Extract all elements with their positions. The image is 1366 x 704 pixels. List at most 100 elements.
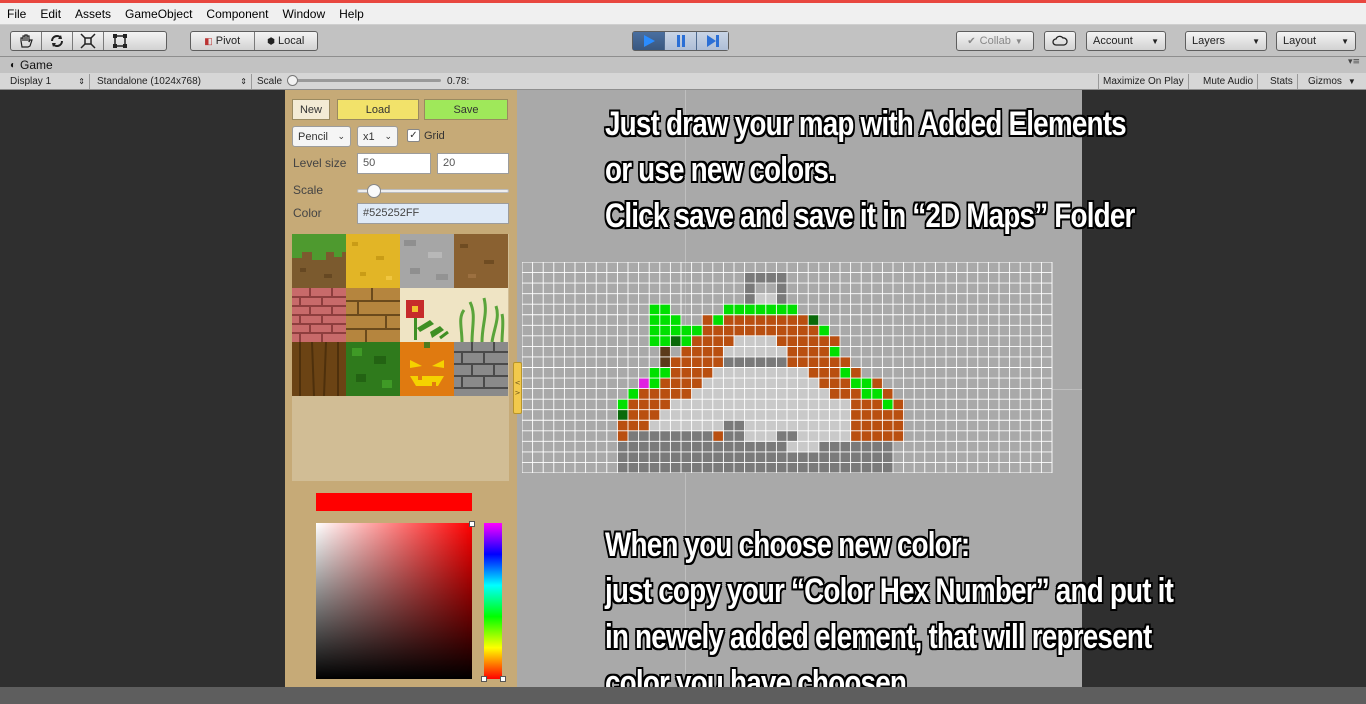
mute-audio-toggle[interactable]: Mute Audio — [1199, 74, 1259, 89]
updown-icon: ⇕ — [78, 77, 85, 86]
caption-bottom-1: When you choose new color: — [605, 526, 970, 564]
save-button[interactable]: Save — [424, 99, 508, 120]
scale-tool-button[interactable] — [73, 32, 104, 50]
grid-checkbox[interactable]: ✓ — [407, 129, 420, 142]
rect-tool-button[interactable] — [104, 32, 135, 50]
rotate-icon — [51, 35, 63, 47]
map-cell — [808, 314, 820, 326]
hand-tool-button[interactable] — [11, 32, 42, 50]
gizmos-dropdown[interactable]: Gizmos ▼ — [1304, 74, 1360, 89]
scale-slider[interactable] — [287, 75, 441, 86]
map-cell — [882, 399, 894, 411]
pivot-toggle-group: ◧ Pivot ⬢ Local — [190, 31, 318, 51]
menu-window[interactable]: Window — [275, 3, 332, 25]
collab-label: Collab — [979, 35, 1011, 47]
map-cell — [797, 430, 852, 442]
zoom-select[interactable]: x1 ⌄ — [357, 126, 398, 147]
map-cell — [670, 399, 852, 411]
new-button[interactable]: New — [292, 99, 330, 120]
color-hex-input[interactable]: #525252FF — [357, 203, 509, 224]
scale-label-wrap: Scale — [253, 74, 286, 89]
game-view-bar: Display 1 ⇕ Standalone (1024x768) ⇕ Scal… — [0, 73, 1366, 90]
tab-menu-icon[interactable]: ▾≡ — [1348, 57, 1360, 67]
resolution-dropdown[interactable]: Standalone (1024x768) ⇕ — [93, 74, 252, 89]
cloud-icon — [1052, 35, 1068, 46]
map-cell — [744, 430, 777, 442]
editor-scale-knob[interactable] — [367, 184, 381, 198]
chevron-down-icon: ▼ — [1252, 36, 1260, 46]
map-grid[interactable] — [522, 262, 1053, 473]
scale-label: Scale — [257, 76, 283, 87]
hue-slider[interactable] — [484, 523, 502, 679]
tile-grass[interactable] — [292, 234, 346, 288]
color-label: Color — [293, 206, 322, 220]
menu-assets[interactable]: Assets — [68, 3, 118, 25]
map-cell — [628, 388, 640, 400]
display-dropdown[interactable]: Display 1 ⇕ — [6, 74, 90, 89]
menu-gameobject[interactable]: GameObject — [118, 3, 199, 25]
rotate-tool-button[interactable] — [42, 32, 73, 50]
game-tab[interactable]: ◐ Game — [10, 58, 53, 72]
play-button[interactable] — [633, 32, 665, 50]
tile-sand[interactable] — [346, 234, 400, 288]
tile-stone-bricks[interactable] — [454, 342, 508, 396]
maximize-on-play-toggle[interactable]: Maximize On Play — [1098, 74, 1189, 89]
tile-bark[interactable] — [292, 342, 346, 396]
tile-wood-planks[interactable] — [346, 288, 400, 342]
pivot-button[interactable]: ◧ Pivot — [191, 32, 255, 50]
hue-handle-left[interactable] — [481, 676, 487, 682]
local-button[interactable]: ⬢ Local — [255, 32, 318, 50]
tile-pumpkin[interactable] — [400, 342, 454, 396]
map-cell — [617, 399, 629, 411]
load-button[interactable]: Load — [337, 99, 419, 120]
menu-component[interactable]: Component — [199, 3, 275, 25]
hue-handle-right[interactable] — [500, 676, 506, 682]
layers-dropdown[interactable]: Layers ▼ — [1185, 31, 1267, 51]
layout-dropdown[interactable]: Layout ▼ — [1276, 31, 1356, 51]
stats-toggle[interactable]: Stats — [1266, 74, 1298, 89]
tool-select-value: Pencil — [298, 130, 328, 143]
layout-label: Layout — [1283, 35, 1317, 47]
menu-file[interactable]: File — [0, 3, 33, 25]
maximize-label: Maximize On Play — [1103, 76, 1184, 87]
status-bar — [0, 687, 1366, 704]
tile-dirt[interactable] — [454, 234, 508, 288]
editor-scale-slider[interactable] — [357, 184, 509, 198]
chevron-down-icon: ▼ — [1151, 36, 1159, 46]
scale-slider-knob[interactable] — [287, 75, 298, 86]
menu-edit[interactable]: Edit — [33, 3, 68, 25]
menu-help[interactable]: Help — [332, 3, 371, 25]
local-icon: ⬢ — [267, 35, 276, 46]
tile-tall-grass[interactable] — [454, 288, 508, 342]
account-dropdown[interactable]: Account ▼ — [1086, 31, 1166, 51]
tool-select[interactable]: Pencil ⌄ — [292, 126, 351, 147]
cloud-button[interactable] — [1044, 31, 1076, 51]
mute-label: Mute Audio — [1203, 76, 1254, 87]
account-label: Account — [1093, 35, 1133, 47]
level-height-input[interactable]: 20 — [437, 153, 509, 174]
panel-collapse-handle[interactable]: < > — [513, 362, 522, 414]
layers-label: Layers — [1192, 35, 1226, 47]
grid-toggle[interactable]: ✓ Grid — [407, 129, 445, 142]
tile-red-bricks[interactable] — [292, 288, 346, 342]
map-cell — [670, 335, 682, 347]
map-cell — [638, 378, 650, 390]
map-grid-svg[interactable] — [522, 262, 1053, 473]
step-icon — [706, 35, 719, 47]
saturation-value-picker[interactable] — [316, 523, 472, 679]
local-label: Local — [278, 35, 305, 47]
collab-dropdown[interactable]: ✔ Collab ▼ — [956, 31, 1034, 51]
tile-flower[interactable] — [400, 288, 454, 342]
level-width-input[interactable]: 50 — [357, 153, 431, 174]
rect-transform-icon — [112, 34, 127, 48]
map-cell — [712, 367, 809, 379]
game-tab-header: ◐ Game ▾≡ — [0, 57, 1366, 73]
scale-value: 0.78: — [447, 76, 470, 87]
pause-button[interactable] — [665, 32, 697, 50]
chevron-down-icon: ▼ — [1014, 36, 1023, 46]
scale-value-wrap: 0.78: — [443, 74, 473, 89]
picker-handle[interactable] — [469, 521, 475, 527]
tile-stone[interactable] — [400, 234, 454, 288]
tile-leaves[interactable] — [346, 342, 400, 396]
step-button[interactable] — [697, 32, 728, 50]
